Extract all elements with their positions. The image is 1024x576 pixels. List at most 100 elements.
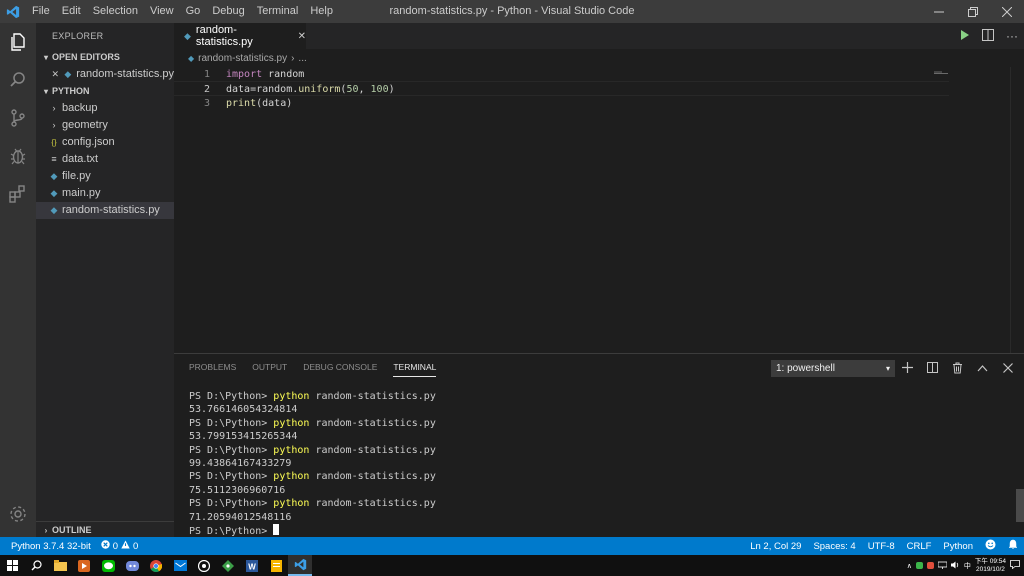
panel-tab-problems[interactable]: PROBLEMS (189, 362, 236, 377)
open-editors-section[interactable]: ▾ OPEN EDITORS (36, 49, 174, 66)
file-tree-item[interactable]: ◆ random-statistics.py (36, 202, 174, 219)
error-count: 0 (112, 540, 119, 552)
menu-go[interactable]: Go (180, 0, 207, 23)
code-line-text: import random (226, 69, 305, 80)
file-tree-item[interactable]: ◆ main.py (36, 185, 174, 202)
sticky-notes-icon[interactable] (264, 555, 288, 576)
tray-app-icon[interactable] (926, 562, 934, 569)
tab-label: random-statistics.py (195, 24, 253, 48)
python-interpreter[interactable]: Python 3.7.4 32-bit (11, 541, 91, 552)
terminal-prompt: PS D:\Python> (189, 525, 274, 537)
terminal-line: PS D:\Python> python random-statistics.p… (189, 497, 1004, 510)
debug-bug-icon[interactable] (0, 137, 36, 175)
line-number: 2 (203, 84, 210, 95)
explorer-files-icon[interactable] (0, 23, 36, 61)
vscode-taskbar-icon[interactable] (288, 555, 312, 576)
obs-recorder-icon[interactable] (192, 555, 216, 576)
svg-text:W: W (248, 562, 256, 571)
close-tab-icon[interactable]: ✕ (298, 31, 306, 42)
python-folder-section[interactable]: ▾ PYTHON (36, 83, 174, 100)
manage-gear-icon[interactable] (0, 495, 36, 533)
restore-icon[interactable] (956, 0, 990, 23)
indentation[interactable]: Spaces: 4 (813, 541, 855, 552)
ime-indicator[interactable]: 中 (964, 561, 971, 571)
volume-icon[interactable] (950, 561, 960, 571)
file-tree-item[interactable]: ◆ file.py (36, 168, 174, 185)
system-clock[interactable]: 下午 09:54 2019/10/2 (975, 558, 1006, 574)
more-actions-icon[interactable]: ··· (1006, 29, 1018, 43)
tab-random-statistics[interactable]: ◆ random-statistics.py ✕ (174, 23, 306, 49)
python-file-icon: ◆ (188, 53, 195, 63)
terminal-command: python (273, 471, 310, 483)
menu-file[interactable]: File (26, 0, 56, 23)
chrome-icon[interactable] (144, 555, 168, 576)
chevron-down-icon: ▾ (43, 53, 48, 62)
editor-scrollbar[interactable] (1010, 67, 1024, 353)
notifications-bell-icon[interactable] (1008, 539, 1018, 553)
language-mode[interactable]: Python (943, 541, 973, 552)
search-icon[interactable] (0, 61, 36, 99)
menu-view[interactable]: View (144, 0, 180, 23)
discord-icon[interactable] (120, 555, 144, 576)
close-panel-icon[interactable] (999, 359, 1016, 376)
file-tree-item[interactable]: {} config.json (36, 134, 174, 151)
tray-app-icon[interactable] (915, 562, 923, 569)
split-terminal-icon[interactable] (924, 359, 941, 376)
breadcrumb-file[interactable]: random-statistics.py (198, 53, 287, 64)
line-app-icon[interactable] (96, 555, 120, 576)
code-editor[interactable]: 1 import random 2 data=random.uniform(50… (174, 67, 1024, 353)
terminal-scrollbar[interactable] (1016, 489, 1024, 522)
panel-tabs: PROBLEMS OUTPUT DEBUG CONSOLE TERMINAL (189, 362, 437, 377)
media-player-icon[interactable] (72, 555, 96, 576)
minimap[interactable] (934, 67, 950, 74)
file-tree-item[interactable]: ≡ data.txt (36, 151, 174, 168)
tray-expand-icon[interactable]: ∧ (907, 562, 912, 570)
menu-debug[interactable]: Debug (206, 0, 250, 23)
source-control-icon[interactable] (0, 99, 36, 137)
windows-start-icon[interactable] (0, 555, 24, 576)
terminal-shell-select[interactable]: 1: powershell ▾ (771, 360, 895, 377)
mail-icon[interactable] (168, 555, 192, 576)
split-editor-icon[interactable] (982, 28, 994, 44)
menu-edit[interactable]: Edit (56, 0, 87, 23)
panel-actions (899, 359, 1016, 376)
terminal-cursor (273, 523, 280, 535)
action-center-icon[interactable] (1010, 560, 1020, 571)
menu-help[interactable]: Help (304, 0, 339, 23)
menu-selection[interactable]: Selection (87, 0, 144, 23)
code-line[interactable]: 3 print(data) (174, 96, 949, 111)
explorer-header: EXPLORER (52, 31, 104, 41)
git-tool-icon[interactable] (216, 555, 240, 576)
breadcrumb-more[interactable]: ... (298, 53, 306, 64)
encoding[interactable]: UTF-8 (868, 541, 895, 552)
menu-terminal[interactable]: Terminal (251, 0, 305, 23)
panel-tab-terminal[interactable]: TERMINAL (393, 362, 437, 377)
trash-icon[interactable] (949, 359, 966, 376)
line-ending[interactable]: CRLF (907, 541, 932, 552)
new-terminal-icon[interactable] (899, 359, 916, 376)
code-line-current[interactable]: 2 data=random.uniform(50, 100) (174, 81, 949, 96)
file-tree-item[interactable]: › geometry (36, 117, 174, 134)
taskbar-search-icon[interactable] (24, 555, 48, 576)
terminal-output[interactable]: PS D:\Python> python random-statistics.p… (189, 390, 1004, 537)
terminal-prompt: PS D:\Python> (189, 391, 274, 402)
minimize-icon[interactable] (922, 0, 956, 23)
terminal-prompt: PS D:\Python> (189, 444, 274, 456)
word-icon[interactable]: W (240, 555, 264, 576)
file-explorer-icon[interactable] (48, 555, 72, 576)
file-tree-item[interactable]: › backup (36, 100, 174, 117)
code-line[interactable]: 1 import random (174, 67, 949, 82)
close-editor-icon[interactable]: ✕ (50, 66, 61, 83)
panel-tab-debug-console[interactable]: DEBUG CONSOLE (303, 362, 377, 377)
problems-indicator[interactable]: 0 0 (101, 540, 138, 552)
cursor-position[interactable]: Ln 2, Col 29 (750, 541, 801, 552)
run-icon[interactable] (960, 29, 970, 44)
network-icon[interactable] (937, 561, 948, 571)
close-window-icon[interactable] (990, 0, 1024, 23)
open-editor-item[interactable]: ✕ ◆ random-statistics.py (36, 66, 174, 83)
system-tray: ∧ 中 下午 09:54 2019/10/2 (907, 555, 1020, 576)
panel-tab-output[interactable]: OUTPUT (252, 362, 287, 377)
maximize-panel-icon[interactable] (974, 359, 991, 376)
extensions-icon[interactable] (0, 175, 36, 213)
feedback-smiley-icon[interactable] (985, 539, 996, 553)
